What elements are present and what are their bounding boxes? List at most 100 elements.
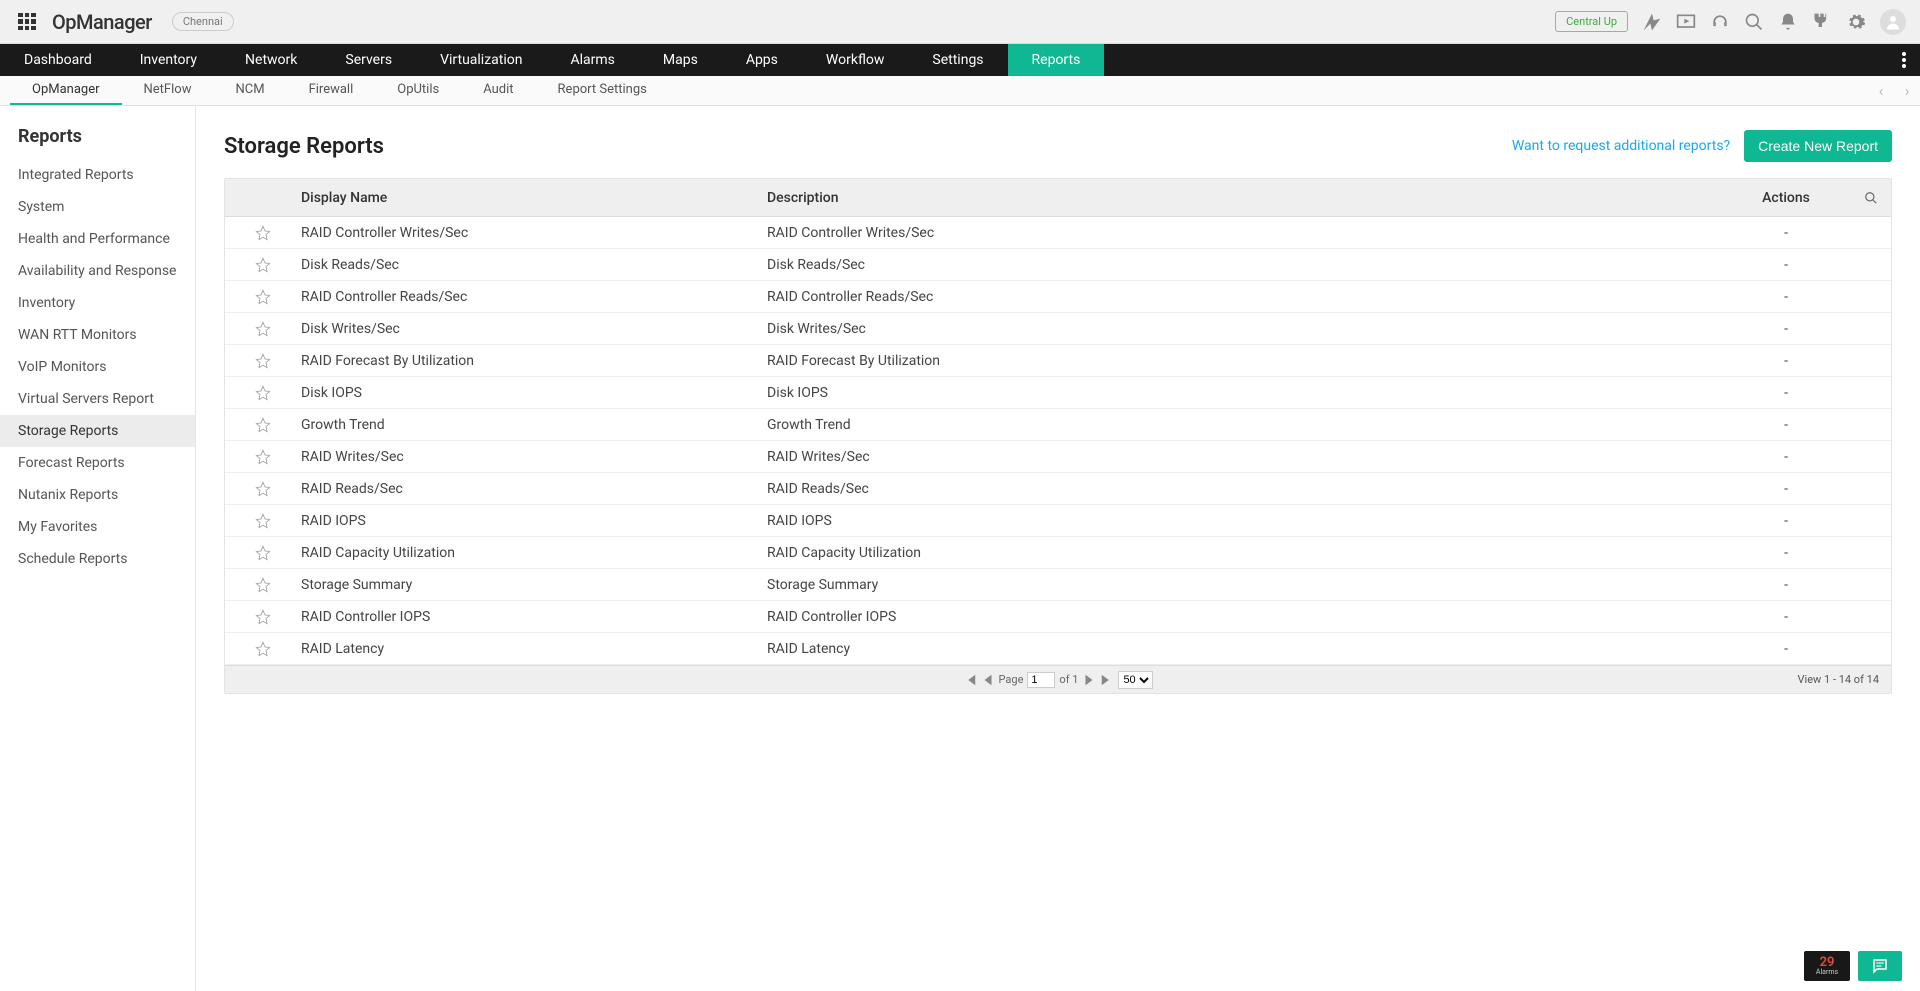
row-name: Disk IOPS: [301, 385, 767, 401]
table-footer: Page of 1 50 View 1 - 14 of 14: [225, 665, 1891, 693]
nav-more-icon[interactable]: [1888, 44, 1920, 76]
sidebar-item-availability-and-response[interactable]: Availability and Response: [0, 255, 195, 287]
favorite-star-icon[interactable]: [255, 289, 271, 305]
create-report-button[interactable]: Create New Report: [1744, 130, 1892, 162]
col-description[interactable]: Description: [767, 190, 1721, 206]
sidebar-item-storage-reports[interactable]: Storage Reports: [0, 415, 195, 447]
pager-next-icon[interactable]: [1082, 673, 1096, 687]
nav-item-servers[interactable]: Servers: [321, 44, 416, 76]
favorite-star-icon[interactable]: [255, 545, 271, 561]
table-row[interactable]: RAID LatencyRAID Latency-: [225, 633, 1891, 665]
pager-prev-icon[interactable]: [981, 673, 995, 687]
request-reports-link[interactable]: Want to request additional reports?: [1512, 138, 1730, 154]
nav-item-alarms[interactable]: Alarms: [546, 44, 638, 76]
table-row[interactable]: Growth TrendGrowth Trend-: [225, 409, 1891, 441]
table-search-icon[interactable]: [1864, 191, 1878, 205]
sidebar-item-my-favorites[interactable]: My Favorites: [0, 511, 195, 543]
sub-nav-next-icon[interactable]: ›: [1894, 76, 1920, 105]
nav-item-workflow[interactable]: Workflow: [802, 44, 909, 76]
subnav-item-opmanager[interactable]: OpManager: [10, 76, 122, 105]
table-row[interactable]: Disk Writes/SecDisk Writes/Sec-: [225, 313, 1891, 345]
bell-icon[interactable]: [1778, 12, 1798, 32]
row-desc: RAID Reads/Sec: [767, 481, 1721, 497]
nav-item-reports[interactable]: Reports: [1008, 44, 1105, 76]
row-name: RAID Controller IOPS: [301, 609, 767, 625]
presentation-icon[interactable]: [1676, 12, 1696, 32]
table-row[interactable]: Disk IOPSDisk IOPS-: [225, 377, 1891, 409]
chat-widget[interactable]: [1858, 951, 1902, 981]
sidebar-list: Integrated ReportsSystemHealth and Perfo…: [0, 159, 195, 575]
table-row[interactable]: RAID Reads/SecRAID Reads/Sec-: [225, 473, 1891, 505]
row-actions: -: [1721, 513, 1851, 529]
sidebar-item-schedule-reports[interactable]: Schedule Reports: [0, 543, 195, 575]
favorite-star-icon[interactable]: [255, 577, 271, 593]
favorite-star-icon[interactable]: [255, 481, 271, 497]
table-row[interactable]: Disk Reads/SecDisk Reads/Sec-: [225, 249, 1891, 281]
pager-first-icon[interactable]: [963, 673, 977, 687]
sidebar-item-system[interactable]: System: [0, 191, 195, 223]
central-status-badge[interactable]: Central Up: [1555, 11, 1628, 32]
favorite-star-icon[interactable]: [255, 385, 271, 401]
sub-nav-prev-icon[interactable]: ‹: [1868, 76, 1894, 105]
favorite-star-icon[interactable]: [255, 417, 271, 433]
row-name: RAID Forecast By Utilization: [301, 353, 767, 369]
nav-item-maps[interactable]: Maps: [639, 44, 722, 76]
table-row[interactable]: Storage SummaryStorage Summary-: [225, 569, 1891, 601]
subnav-item-netflow[interactable]: NetFlow: [122, 76, 214, 105]
subnav-item-oputils[interactable]: OpUtils: [375, 76, 461, 105]
nav-item-settings[interactable]: Settings: [908, 44, 1007, 76]
subnav-item-report-settings[interactable]: Report Settings: [536, 76, 669, 105]
nav-item-virtualization[interactable]: Virtualization: [416, 44, 546, 76]
nav-item-apps[interactable]: Apps: [722, 44, 802, 76]
row-desc: RAID Writes/Sec: [767, 449, 1721, 465]
headset-icon[interactable]: [1710, 12, 1730, 32]
subnav-item-audit[interactable]: Audit: [461, 76, 535, 105]
sidebar-item-integrated-reports[interactable]: Integrated Reports: [0, 159, 195, 191]
col-search[interactable]: [1851, 191, 1891, 205]
sidebar-item-wan-rtt-monitors[interactable]: WAN RTT Monitors: [0, 319, 195, 351]
favorite-star-icon[interactable]: [255, 321, 271, 337]
gear-icon[interactable]: [1846, 12, 1866, 32]
favorite-star-icon[interactable]: [255, 513, 271, 529]
favorite-star-icon[interactable]: [255, 225, 271, 241]
location-badge[interactable]: Chennai: [172, 12, 234, 31]
user-avatar[interactable]: [1880, 9, 1906, 35]
alarm-widget[interactable]: 29 Alarms: [1804, 951, 1850, 981]
table-row[interactable]: RAID Controller IOPSRAID Controller IOPS…: [225, 601, 1891, 633]
table-row[interactable]: RAID Controller Reads/SecRAID Controller…: [225, 281, 1891, 313]
search-icon[interactable]: [1744, 12, 1764, 32]
row-actions: -: [1721, 449, 1851, 465]
sidebar-item-virtual-servers-report[interactable]: Virtual Servers Report: [0, 383, 195, 415]
reports-table: Display Name Description Actions RAID Co…: [224, 178, 1892, 694]
row-name: RAID Controller Writes/Sec: [301, 225, 767, 241]
pager-last-icon[interactable]: [1100, 673, 1114, 687]
sidebar-item-health-and-performance[interactable]: Health and Performance: [0, 223, 195, 255]
col-display-name[interactable]: Display Name: [301, 190, 767, 206]
favorite-star-icon[interactable]: [255, 257, 271, 273]
sidebar-item-inventory[interactable]: Inventory: [0, 287, 195, 319]
favorite-star-icon[interactable]: [255, 609, 271, 625]
nav-item-inventory[interactable]: Inventory: [116, 44, 221, 76]
favorite-star-icon[interactable]: [255, 449, 271, 465]
table-row[interactable]: RAID IOPSRAID IOPS-: [225, 505, 1891, 537]
table-row[interactable]: RAID Forecast By UtilizationRAID Forecas…: [225, 345, 1891, 377]
sidebar-item-nutanix-reports[interactable]: Nutanix Reports: [0, 479, 195, 511]
subnav-item-ncm[interactable]: NCM: [213, 76, 286, 105]
nav-item-network[interactable]: Network: [221, 44, 321, 76]
plug-icon[interactable]: [1812, 12, 1832, 32]
quick-link-icon[interactable]: [1642, 12, 1662, 32]
apps-menu-icon[interactable]: [18, 13, 36, 31]
table-row[interactable]: RAID Writes/SecRAID Writes/Sec-: [225, 441, 1891, 473]
bottom-widgets: 29 Alarms: [1804, 951, 1902, 981]
favorite-star-icon[interactable]: [255, 641, 271, 657]
nav-item-dashboard[interactable]: Dashboard: [0, 44, 116, 76]
col-actions[interactable]: Actions: [1721, 190, 1851, 206]
pager-size-select[interactable]: 50: [1118, 671, 1153, 689]
sidebar-item-voip-monitors[interactable]: VoIP Monitors: [0, 351, 195, 383]
subnav-item-firewall[interactable]: Firewall: [287, 76, 376, 105]
table-row[interactable]: RAID Controller Writes/SecRAID Controlle…: [225, 217, 1891, 249]
pager-page-input[interactable]: [1027, 672, 1055, 688]
favorite-star-icon[interactable]: [255, 353, 271, 369]
table-row[interactable]: RAID Capacity UtilizationRAID Capacity U…: [225, 537, 1891, 569]
sidebar-item-forecast-reports[interactable]: Forecast Reports: [0, 447, 195, 479]
